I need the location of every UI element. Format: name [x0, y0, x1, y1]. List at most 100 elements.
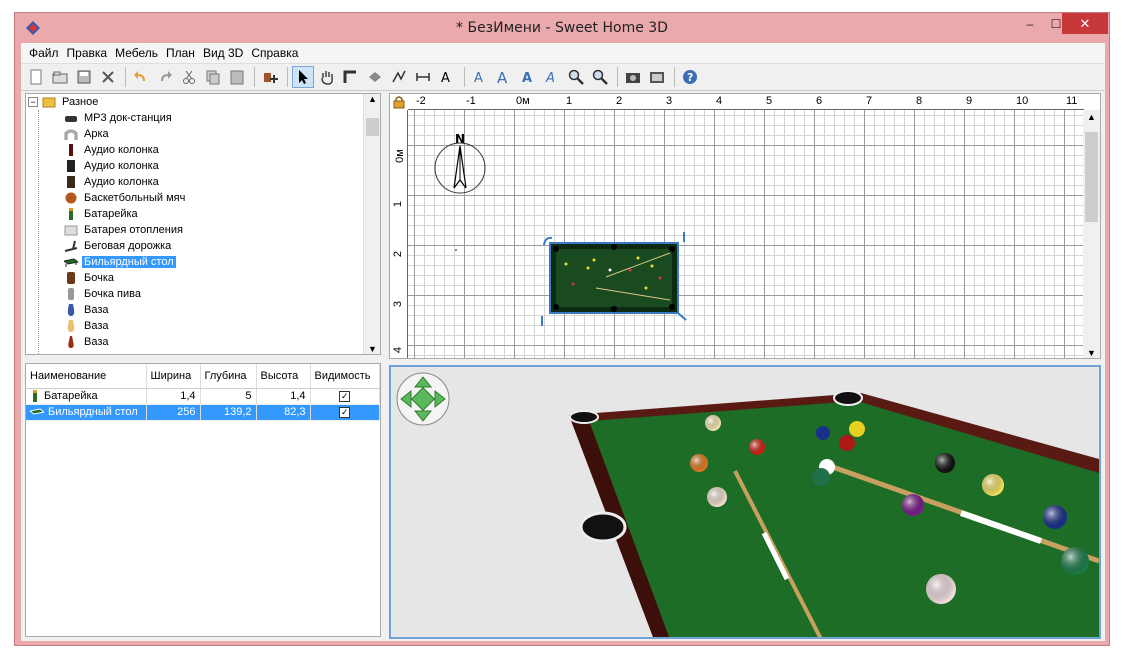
ruler-x-label: 0м	[516, 95, 530, 107]
column-header-height[interactable]: Высота	[256, 364, 311, 389]
scroll-up-arrow-icon[interactable]: ▲	[368, 94, 377, 104]
list-item-label: Батарея отопления	[84, 224, 183, 236]
column-header-width[interactable]: Ширина	[146, 364, 201, 389]
redo-icon[interactable]	[154, 66, 176, 88]
navigation-arrows-icon[interactable]	[396, 372, 450, 426]
plan-view[interactable]: N ▲ ▼ -2 -1 0м 1 2 3 4 5 6 7 8 9 10 11 0…	[389, 93, 1101, 359]
list-item[interactable]: Аудио колонка	[64, 158, 161, 174]
column-header-name[interactable]: Наименование	[26, 364, 147, 389]
create-dimensions-icon[interactable]	[412, 66, 434, 88]
list-item[interactable]: Ваза	[64, 334, 111, 350]
scroll-up-arrow-icon[interactable]: ▲	[1087, 112, 1096, 122]
cut-tool-icon[interactable]	[97, 66, 119, 88]
cell-name-text: Бильярдный стол	[48, 405, 138, 418]
add-furniture-icon[interactable]	[259, 66, 281, 88]
zoom-in-icon[interactable]	[565, 66, 587, 88]
column-header-visibility[interactable]: Видимость	[310, 364, 380, 389]
menu-view3d[interactable]: Вид 3D	[199, 46, 247, 60]
plan-billiard-table[interactable]	[541, 232, 687, 326]
minimize-button[interactable]: ‒	[1017, 13, 1043, 34]
list-item[interactable]: Беговая дорожка	[64, 238, 173, 254]
ruler-y-label: 2	[392, 250, 405, 258]
text-italic-icon[interactable]: A	[541, 66, 563, 88]
copy-icon[interactable]	[202, 66, 224, 88]
list-item[interactable]: Ваза	[64, 302, 111, 318]
list-item-label: Бильярдный стол	[82, 256, 176, 268]
list-item[interactable]: Аудио колонка	[64, 142, 161, 158]
table-row-selected[interactable]: Бильярдный стол 256 139,2 82,3 ✓	[26, 404, 380, 421]
create-polylines-icon[interactable]	[388, 66, 410, 88]
create-walls-icon[interactable]	[340, 66, 362, 88]
close-button[interactable]: ✕	[1062, 13, 1108, 34]
furniture-catalog-tree[interactable]: − Разное MP3 док-станция Арка Аудио коло…	[25, 93, 381, 355]
list-item[interactable]: Батарея отопления	[64, 222, 185, 238]
tree-category-row[interactable]: − Разное	[28, 94, 100, 110]
barrel-icon	[67, 272, 75, 284]
cut-icon[interactable]	[178, 66, 200, 88]
scrollbar-thumb[interactable]	[1085, 132, 1098, 222]
list-item[interactable]: Батарейка	[64, 206, 140, 222]
text-bold-icon[interactable]: A	[517, 66, 539, 88]
photo-icon[interactable]	[622, 66, 644, 88]
ruler-x-label: 8	[916, 95, 923, 107]
visibility-checkbox[interactable]: ✓	[339, 391, 351, 402]
list-item[interactable]: Бочка	[64, 270, 116, 286]
add-text-icon[interactable]: A	[436, 66, 458, 88]
vase-icon	[67, 304, 75, 316]
save-icon[interactable]	[73, 66, 95, 88]
furniture-list-table[interactable]: Наименование Ширина Глубина Высота Видим…	[25, 363, 381, 637]
3d-view[interactable]	[389, 365, 1101, 639]
list-item[interactable]: Ваза	[64, 318, 111, 334]
scrollbar-thumb[interactable]	[366, 118, 379, 136]
menu-help[interactable]: Справка	[247, 46, 302, 60]
list-item-label: Аудио колонка	[84, 176, 159, 188]
plan-grid[interactable]: N	[408, 110, 1084, 358]
menu-plan[interactable]: План	[162, 46, 199, 60]
cell-visibility: ✓	[310, 388, 380, 405]
cell-depth: 5	[200, 388, 257, 405]
new-icon[interactable]	[25, 66, 47, 88]
video-icon[interactable]	[646, 66, 668, 88]
collapse-icon[interactable]: −	[28, 97, 38, 107]
list-item[interactable]: Аудио колонка	[64, 174, 161, 190]
folder-icon	[42, 97, 56, 108]
list-item[interactable]: Бочка пива	[64, 286, 143, 302]
list-item[interactable]: Баскетбольный мяч	[64, 190, 187, 206]
menu-edit[interactable]: Правка	[63, 46, 112, 60]
undo-icon[interactable]	[130, 66, 152, 88]
ruler-y-label: 1	[392, 200, 405, 208]
list-item[interactable]: Арка	[64, 126, 111, 142]
open-icon[interactable]	[49, 66, 71, 88]
select-icon[interactable]	[292, 66, 314, 88]
paste-icon[interactable]	[226, 66, 248, 88]
zoom-out-icon[interactable]	[589, 66, 611, 88]
menu-furniture[interactable]: Мебель	[111, 46, 162, 60]
ruler-x-label: 11	[1066, 95, 1078, 107]
help-icon[interactable]: ?	[679, 66, 701, 88]
resize-handle-icon[interactable]	[677, 312, 687, 321]
basketball-icon	[65, 192, 77, 204]
toolbar-separator	[287, 67, 288, 87]
visibility-checkbox[interactable]: ✓	[339, 407, 351, 418]
text-size-icon[interactable]: A	[493, 66, 515, 88]
scroll-down-arrow-icon[interactable]: ▼	[1087, 348, 1096, 358]
column-header-depth[interactable]: Глубина	[200, 364, 257, 389]
toolbar: A A A A A ?	[21, 63, 1105, 91]
compass-icon[interactable]: N	[434, 132, 486, 194]
list-item[interactable]: MP3 док-станция	[64, 110, 174, 126]
lock-icon[interactable]	[392, 95, 406, 109]
table-row[interactable]: Батарейка 1,4 5 1,4 ✓	[26, 388, 380, 405]
scroll-down-arrow-icon[interactable]: ▼	[368, 344, 377, 354]
menu-bar: Файл Правка Мебель План Вид 3D Справка	[21, 43, 1105, 63]
menu-file[interactable]: Файл	[25, 46, 63, 60]
ruler-x-label: 7	[866, 95, 873, 107]
create-rooms-icon[interactable]	[364, 66, 386, 88]
text-style-icon[interactable]: A	[469, 66, 491, 88]
vase-icon	[67, 320, 75, 332]
pan-icon[interactable]	[316, 66, 338, 88]
catalog-scrollbar[interactable]: ▲ ▼	[363, 94, 380, 354]
battery-icon	[33, 390, 37, 403]
title-bar[interactable]: * БезИмени - Sweet Home 3D ‒ ☐ ✕	[15, 13, 1109, 43]
plan-scrollbar[interactable]: ▲ ▼	[1083, 110, 1100, 358]
list-item-selected[interactable]: Бильярдный стол	[64, 254, 176, 270]
